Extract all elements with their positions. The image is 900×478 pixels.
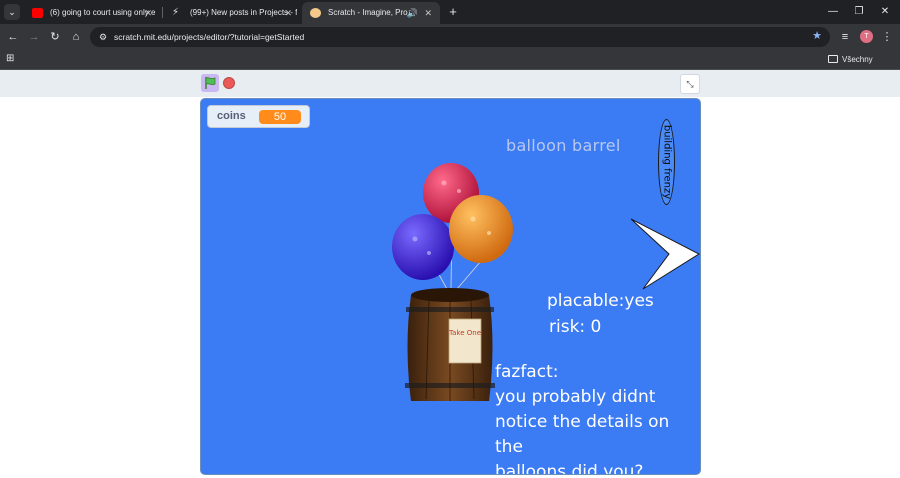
- fact-heading: fazfact:: [495, 362, 559, 382]
- orange-balloon: [449, 195, 513, 263]
- menu-icon[interactable]: ⋮: [878, 28, 896, 46]
- green-flag-button[interactable]: [201, 74, 219, 92]
- speaker-icon[interactable]: 🔊: [407, 2, 418, 24]
- lightning-icon: ⚡: [172, 7, 180, 18]
- take-one-sign: [448, 318, 482, 364]
- placable-text: placable:yes: [547, 291, 654, 311]
- sign-text: Take One: [448, 329, 481, 337]
- fact-line: balloons did you?: [495, 462, 644, 475]
- tab-title: (99+) New posts in Projects - f: [190, 8, 298, 17]
- next-arrow-icon[interactable]: [629, 217, 701, 291]
- youtube-icon: [32, 8, 43, 18]
- media-control-icon[interactable]: ≡: [836, 28, 854, 46]
- purple-balloon: [392, 214, 454, 280]
- badge-label: building frenzy: [661, 124, 672, 200]
- bookmarks-bar: ⊞ Všechny záložky: [0, 50, 900, 78]
- close-icon[interactable]: ✕: [144, 2, 152, 24]
- new-tab-button[interactable]: +: [444, 3, 462, 21]
- all-bookmarks-folder[interactable]: Všechny záložky: [828, 53, 900, 78]
- tab-title: Scratch - Imagine, Program: [328, 8, 408, 17]
- scratch-cat-icon: [310, 8, 321, 18]
- tab-forum[interactable]: ⚡ (99+) New posts in Projects - f ✕: [164, 2, 300, 24]
- monitor-value: 50: [259, 110, 301, 124]
- fazfact-block: fazfact: you probably didnt notice the d…: [495, 360, 700, 475]
- fact-line: you probably didnt: [495, 387, 656, 407]
- tab-divider: [162, 7, 163, 18]
- tab-youtube[interactable]: (6) going to court using only e ✕: [24, 2, 160, 24]
- address-bar[interactable]: ⚙ scratch.mit.edu/projects/editor/?tutor…: [90, 27, 830, 47]
- close-icon[interactable]: ✕: [284, 2, 292, 24]
- fact-line: notice the details on the: [495, 412, 670, 457]
- exit-fullscreen-icon: ⤡: [686, 79, 694, 89]
- window-close-icon[interactable]: ✕: [870, 0, 900, 24]
- monitor-label: coins: [217, 110, 246, 122]
- risk-text: risk: 0: [549, 317, 602, 337]
- player-controls-bar: [0, 70, 900, 97]
- back-icon[interactable]: ←: [4, 28, 22, 46]
- home-icon[interactable]: ⌂: [67, 28, 85, 46]
- reload-icon[interactable]: ↻: [46, 28, 64, 46]
- profile-avatar[interactable]: T: [860, 30, 873, 43]
- folder-icon: [828, 55, 838, 63]
- site-info-icon[interactable]: ⚙: [96, 30, 110, 44]
- fullscreen-button[interactable]: ⤡: [680, 74, 700, 94]
- forward-icon[interactable]: →: [25, 28, 43, 46]
- bookmark-star-icon[interactable]: ★: [812, 29, 822, 42]
- tab-search-icon[interactable]: ⌄: [4, 4, 20, 20]
- scratch-stage[interactable]: coins 50 balloon barrel building frenzy: [200, 98, 701, 475]
- url-text[interactable]: scratch.mit.edu/projects/editor/?tutoria…: [114, 27, 304, 47]
- tab-scratch[interactable]: Scratch - Imagine, Program 🔊 ✕: [302, 2, 440, 24]
- browser-toolbar: ← → ↻ ⌂ ⚙ scratch.mit.edu/projects/edito…: [0, 24, 900, 50]
- tab-title: (6) going to court using only e: [50, 8, 156, 17]
- stop-button[interactable]: [223, 77, 235, 89]
- tab-strip: ⌄ (6) going to court using only e ✕ ⚡ (9…: [0, 0, 900, 24]
- building-frenzy-badge[interactable]: building frenzy: [658, 119, 675, 205]
- item-title: balloon barrel: [506, 136, 621, 155]
- variable-monitor: coins 50: [207, 105, 310, 128]
- apps-grid-icon[interactable]: ⊞: [6, 53, 18, 65]
- close-icon[interactable]: ✕: [424, 2, 432, 24]
- green-flag-icon: [205, 77, 216, 89]
